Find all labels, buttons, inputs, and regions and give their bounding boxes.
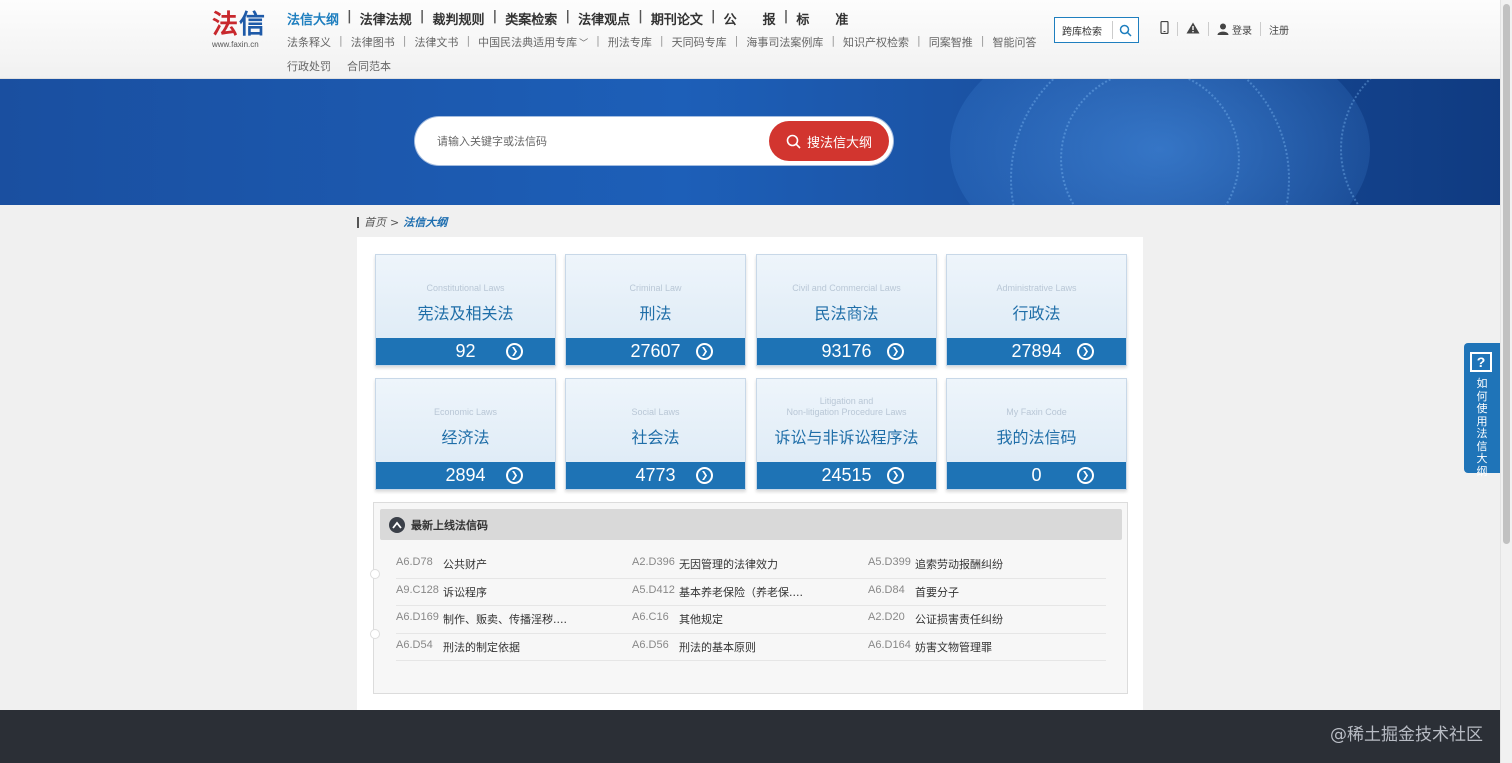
login-link[interactable]: 登录 [1217, 22, 1252, 37]
mobile-icon[interactable] [1160, 20, 1169, 37]
sub-nav: 法条释义 | 法律图书 | 法律文书 | 中国民法典适用专库 ﹀ | 刑法专库 | 天同码专… [287, 34, 1037, 50]
logo-char-xin: 信 [239, 10, 267, 40]
category-card-criminal[interactable]: Criminal Law 刑法 27607 ❯ [565, 254, 746, 366]
category-card-civil-commercial[interactable]: Civil and Commercial Laws 民法商法 93176 ❯ [756, 254, 937, 366]
logo-url: www.faxin.cn [212, 40, 259, 49]
cross-library-search-button[interactable]: 跨库检索 [1054, 17, 1139, 43]
nav-item-rulings[interactable]: 裁判规则 [433, 9, 485, 28]
subnav-item-civil-code[interactable]: 中国民法典适用专库 ﹀ [478, 34, 588, 50]
subnav-item[interactable]: 知识产权检索 [843, 34, 909, 50]
up-chevron-icon [389, 516, 405, 533]
subnav-item[interactable]: 法条释义 [287, 34, 331, 50]
code-item[interactable]: A6.D169 制作、贩卖、传播淫秽.... [396, 611, 632, 627]
header: 法信 www.faxin.cn 法信大纲 | 法律法规 | 裁判规则 | 类案检索 | … [0, 0, 1512, 79]
list-row: A6.D169 制作、贩卖、传播淫秽.... A6.C16 其他规定 A2.D20 公… [396, 606, 1106, 634]
scrollbar-thumb[interactable] [1503, 4, 1510, 544]
main-nav: 法信大纲 | 法律法规 | 裁判规则 | 类案检索 | 法律观点 | 期刊论文 | 公 报 |… [287, 9, 849, 28]
subnav-item[interactable]: 天同码专库 [672, 34, 727, 50]
subnav-item[interactable]: 同案智推 [929, 34, 973, 50]
category-card-social[interactable]: Social Laws 社会法 4773 ❯ [565, 378, 746, 490]
arrow-right-circle-icon: ❯ [506, 343, 523, 360]
code-item[interactable]: A5.D412 基本养老保险（养老保.... [632, 584, 868, 600]
nav-item-gazette[interactable]: 公 报 [724, 9, 776, 28]
arrow-right-circle-icon: ❯ [506, 467, 523, 484]
subnav-item[interactable]: 行政处罚 [287, 58, 331, 74]
warning-icon[interactable] [1186, 22, 1200, 37]
breadcrumb-home[interactable]: 首页 [364, 214, 386, 230]
register-link[interactable]: 注册 [1269, 22, 1289, 37]
category-count: 27894 [1011, 341, 1062, 361]
code-item[interactable]: A6.D54 刑法的制定依据 [396, 639, 632, 655]
help-icon: ? [1470, 352, 1492, 372]
search-input[interactable] [437, 132, 757, 150]
code-item[interactable]: A5.D399 追索劳动报酬纠纷 [868, 556, 1104, 572]
arrow-right-circle-icon: ❯ [696, 467, 713, 484]
how-to-use-help-tab[interactable]: ? 如何使用法信大纲 [1464, 343, 1500, 477]
category-card-economic[interactable]: Economic Laws 经济法 2894 ❯ [375, 378, 556, 490]
subnav-item[interactable]: 合同范本 [347, 58, 391, 74]
nav-item-case-search[interactable]: 类案检索 [505, 9, 557, 28]
code-item[interactable]: A2.D396 无因管理的法律效力 [632, 556, 868, 572]
search-icon [1113, 24, 1138, 37]
nav-item-standards[interactable]: 标 准 [796, 9, 848, 28]
nav-item-legal-views[interactable]: 法律观点 [578, 9, 630, 28]
code-item[interactable]: A2.D20 公证损害责任纠纷 [868, 611, 1104, 627]
user-icon [1217, 23, 1229, 35]
arrow-right-circle-icon: ❯ [887, 343, 904, 360]
subnav-item[interactable]: 智能问答 [992, 34, 1036, 50]
subnav-item[interactable]: 刑法专库 [608, 34, 652, 50]
user-toolbar: 登录 注册 [1160, 20, 1289, 37]
code-item[interactable]: A6.D84 首要分子 [868, 584, 1104, 600]
page-footer [0, 710, 1512, 763]
latest-codes-section: 最新上线法信码 A6.D78 公共财产 A2.D396 无因管理的法律效力 A5.D… [370, 502, 1128, 694]
category-card-litigation[interactable]: Litigation and Non-litigation Procedure L… [756, 378, 937, 490]
list-row: A9.C128 诉讼程序 A5.D412 基本养老保险（养老保.... A6.D84… [396, 579, 1106, 606]
code-item[interactable]: A9.C128 诉讼程序 [396, 584, 632, 600]
code-item[interactable]: A6.D78 公共财产 [396, 556, 632, 572]
nav-item-faxin-outline[interactable]: 法信大纲 [287, 9, 339, 28]
main-panel: Constitutional Laws 宪法及相关法 92 ❯ Criminal … [357, 237, 1143, 711]
outline-search-box: 搜法信大纲 [415, 117, 893, 165]
chevron-down-icon: ﹀ [579, 39, 589, 49]
category-count: 92 [455, 341, 476, 361]
search-icon [786, 134, 801, 149]
code-item[interactable]: A6.D164 妨害文物管理罪 [868, 639, 1104, 655]
code-item[interactable]: A6.C16 其他规定 [632, 611, 868, 627]
category-count: 0 [1031, 465, 1042, 485]
category-card-my-faxin-code[interactable]: My Faxin Code 我的法信码 0 ❯ [946, 378, 1127, 490]
arrow-right-circle-icon: ❯ [696, 343, 713, 360]
subnav-item[interactable]: 海事司法案例库 [746, 34, 823, 50]
category-count: 2894 [445, 465, 486, 485]
subnav-item[interactable]: 法律图书 [351, 34, 395, 50]
sub-nav-row2: 行政处罚 合同范本 [287, 58, 407, 74]
code-item[interactable]: A6.D56 刑法的基本原则 [632, 639, 868, 655]
faxin-logo[interactable]: 法信 www.faxin.cn [212, 10, 272, 50]
arrow-right-circle-icon: ❯ [1077, 343, 1094, 360]
nav-item-laws[interactable]: 法律法规 [360, 9, 412, 28]
latest-codes-header: 最新上线法信码 [380, 509, 1122, 540]
latest-codes-list: A6.D78 公共财产 A2.D396 无因管理的法律效力 A5.D399 追索劳动报… [396, 551, 1106, 661]
logo-char-fa: 法 [212, 10, 240, 40]
list-row: A6.D54 刑法的制定依据 A6.D56 刑法的基本原则 A6.D164 妨害文物管… [396, 634, 1106, 661]
arrow-right-circle-icon: ❯ [1077, 467, 1094, 484]
category-count: 27607 [630, 341, 681, 361]
category-card-administrative[interactable]: Administrative Laws 行政法 27894 ❯ [946, 254, 1127, 366]
search-outline-button[interactable]: 搜法信大纲 [769, 121, 889, 161]
cross-library-label: 跨库检索 [1062, 26, 1102, 38]
category-count: 93176 [821, 341, 872, 361]
search-banner: 搜法信大纲 [0, 79, 1512, 205]
page-scrollbar[interactable] [1500, 0, 1512, 763]
watermark: @稀土掘金技术社区 [1330, 725, 1483, 745]
subnav-item[interactable]: 法律文书 [414, 34, 458, 50]
nav-item-journals[interactable]: 期刊论文 [651, 9, 703, 28]
category-count: 4773 [635, 465, 676, 485]
list-row: A6.D78 公共财产 A2.D396 无因管理的法律效力 A5.D399 追索劳动报… [396, 551, 1106, 579]
arrow-right-circle-icon: ❯ [887, 467, 904, 484]
category-count: 24515 [821, 465, 872, 485]
breadcrumb-current: 法信大纲 [403, 216, 448, 229]
breadcrumb: 首页 > 法信大纲 [357, 214, 447, 230]
category-card-constitutional[interactable]: Constitutional Laws 宪法及相关法 92 ❯ [375, 254, 556, 366]
